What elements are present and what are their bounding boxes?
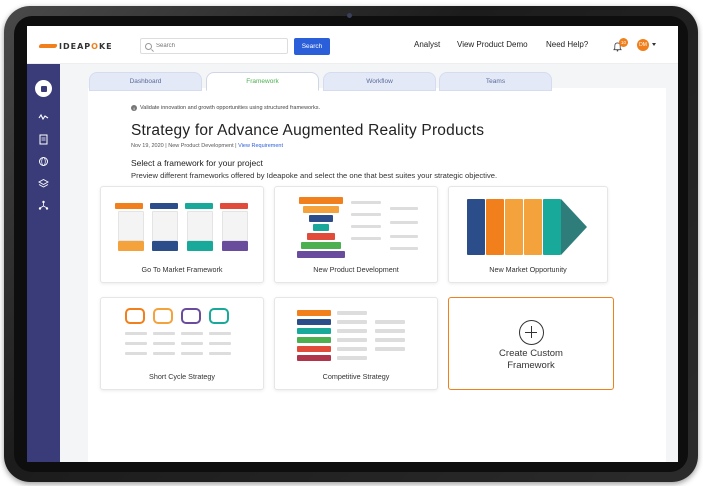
meta-date: Nov 19, 2020 (131, 143, 164, 149)
camera-dot (347, 13, 352, 18)
sidebar-item-documents[interactable] (38, 132, 49, 145)
new-market-arrow-illustration (467, 199, 591, 255)
new-product-funnel-illustration (295, 197, 425, 259)
create-custom-framework-card[interactable]: Create Custom Framework (448, 297, 614, 390)
sidebar-item-layers[interactable] (38, 176, 49, 188)
framework-card-label: Go To Market Framework (141, 265, 223, 274)
nav-analyst[interactable]: Analyst (414, 40, 440, 49)
main-area: Dashboard Framework Workflow Teams i Val… (60, 64, 678, 462)
plus-icon (519, 320, 544, 345)
brand-logo[interactable]: IDEAPOKE (39, 40, 113, 52)
home-icon (40, 85, 47, 92)
search-button[interactable]: Search (294, 38, 330, 55)
search-input[interactable] (156, 43, 276, 49)
layers-icon (38, 178, 49, 188)
framework-card-go-to-market[interactable]: Go To Market Framework (100, 186, 264, 283)
page-title: Strategy for Advance Augmented Reality P… (131, 122, 485, 139)
short-cycle-illustration (125, 308, 243, 364)
framework-card-label: Short Cycle Strategy (149, 372, 215, 381)
sidebar-item-analytics[interactable] (38, 110, 49, 121)
view-requirement-link[interactable]: View Requirement (238, 143, 283, 149)
go-to-market-illustration (115, 199, 253, 255)
create-custom-label: Create Custom Framework (499, 348, 563, 371)
pulse-icon (38, 113, 49, 121)
search-box (140, 38, 288, 54)
logo-text: IDEAPOKE (59, 41, 113, 51)
tab-workflow[interactable]: Workflow (323, 72, 436, 91)
search-icon (145, 42, 152, 50)
info-note: i Validate innovation and growth opportu… (131, 105, 320, 111)
chevron-down-icon[interactable] (652, 43, 656, 46)
nav-view-product-demo[interactable]: View Product Demo (457, 40, 528, 49)
nav-need-help[interactable]: Need Help? (546, 40, 588, 49)
framework-card-short-cycle-strategy[interactable]: Short Cycle Strategy (100, 297, 264, 390)
logo-mark-icon (39, 41, 57, 51)
framework-card-competitive-strategy[interactable]: Competitive Strategy (274, 297, 438, 390)
top-bar: IDEAPOKE Search Analyst View Product Dem… (27, 26, 678, 64)
framework-card-label: Competitive Strategy (322, 372, 390, 381)
network-icon (38, 200, 49, 210)
framework-card-label: New Product Development (313, 265, 399, 274)
select-description: Preview different frameworks offered by … (131, 171, 498, 180)
tab-dashboard[interactable]: Dashboard (89, 72, 202, 91)
framework-card-label: New Market Opportunity (489, 265, 567, 274)
tab-teams[interactable]: Teams (439, 72, 552, 91)
meta-category: New Product Development (168, 143, 234, 149)
sidebar (27, 64, 60, 462)
avatar[interactable]: DM (637, 39, 649, 51)
sidebar-item-globe[interactable] (38, 154, 49, 166)
select-heading: Select a framework for your project (131, 158, 263, 168)
info-text: Validate innovation and growth opportuni… (140, 105, 320, 111)
tab-framework[interactable]: Framework (206, 72, 319, 91)
framework-card-new-product-development[interactable]: New Product Development (274, 186, 438, 283)
sidebar-item-network[interactable] (38, 198, 49, 210)
framework-card-new-market-opportunity[interactable]: New Market Opportunity (448, 186, 608, 283)
sidebar-item-home[interactable] (35, 80, 52, 97)
document-icon (39, 134, 48, 145)
content-panel: Dashboard Framework Workflow Teams i Val… (88, 72, 666, 462)
page-meta: Nov 19, 2020 | New Product Development |… (131, 143, 283, 149)
competitive-strategy-illustration (297, 310, 417, 366)
globe-icon (39, 157, 48, 166)
app-screen: IDEAPOKE Search Analyst View Product Dem… (27, 26, 678, 462)
notification-badge: 10 (619, 38, 628, 47)
info-icon: i (131, 105, 137, 111)
